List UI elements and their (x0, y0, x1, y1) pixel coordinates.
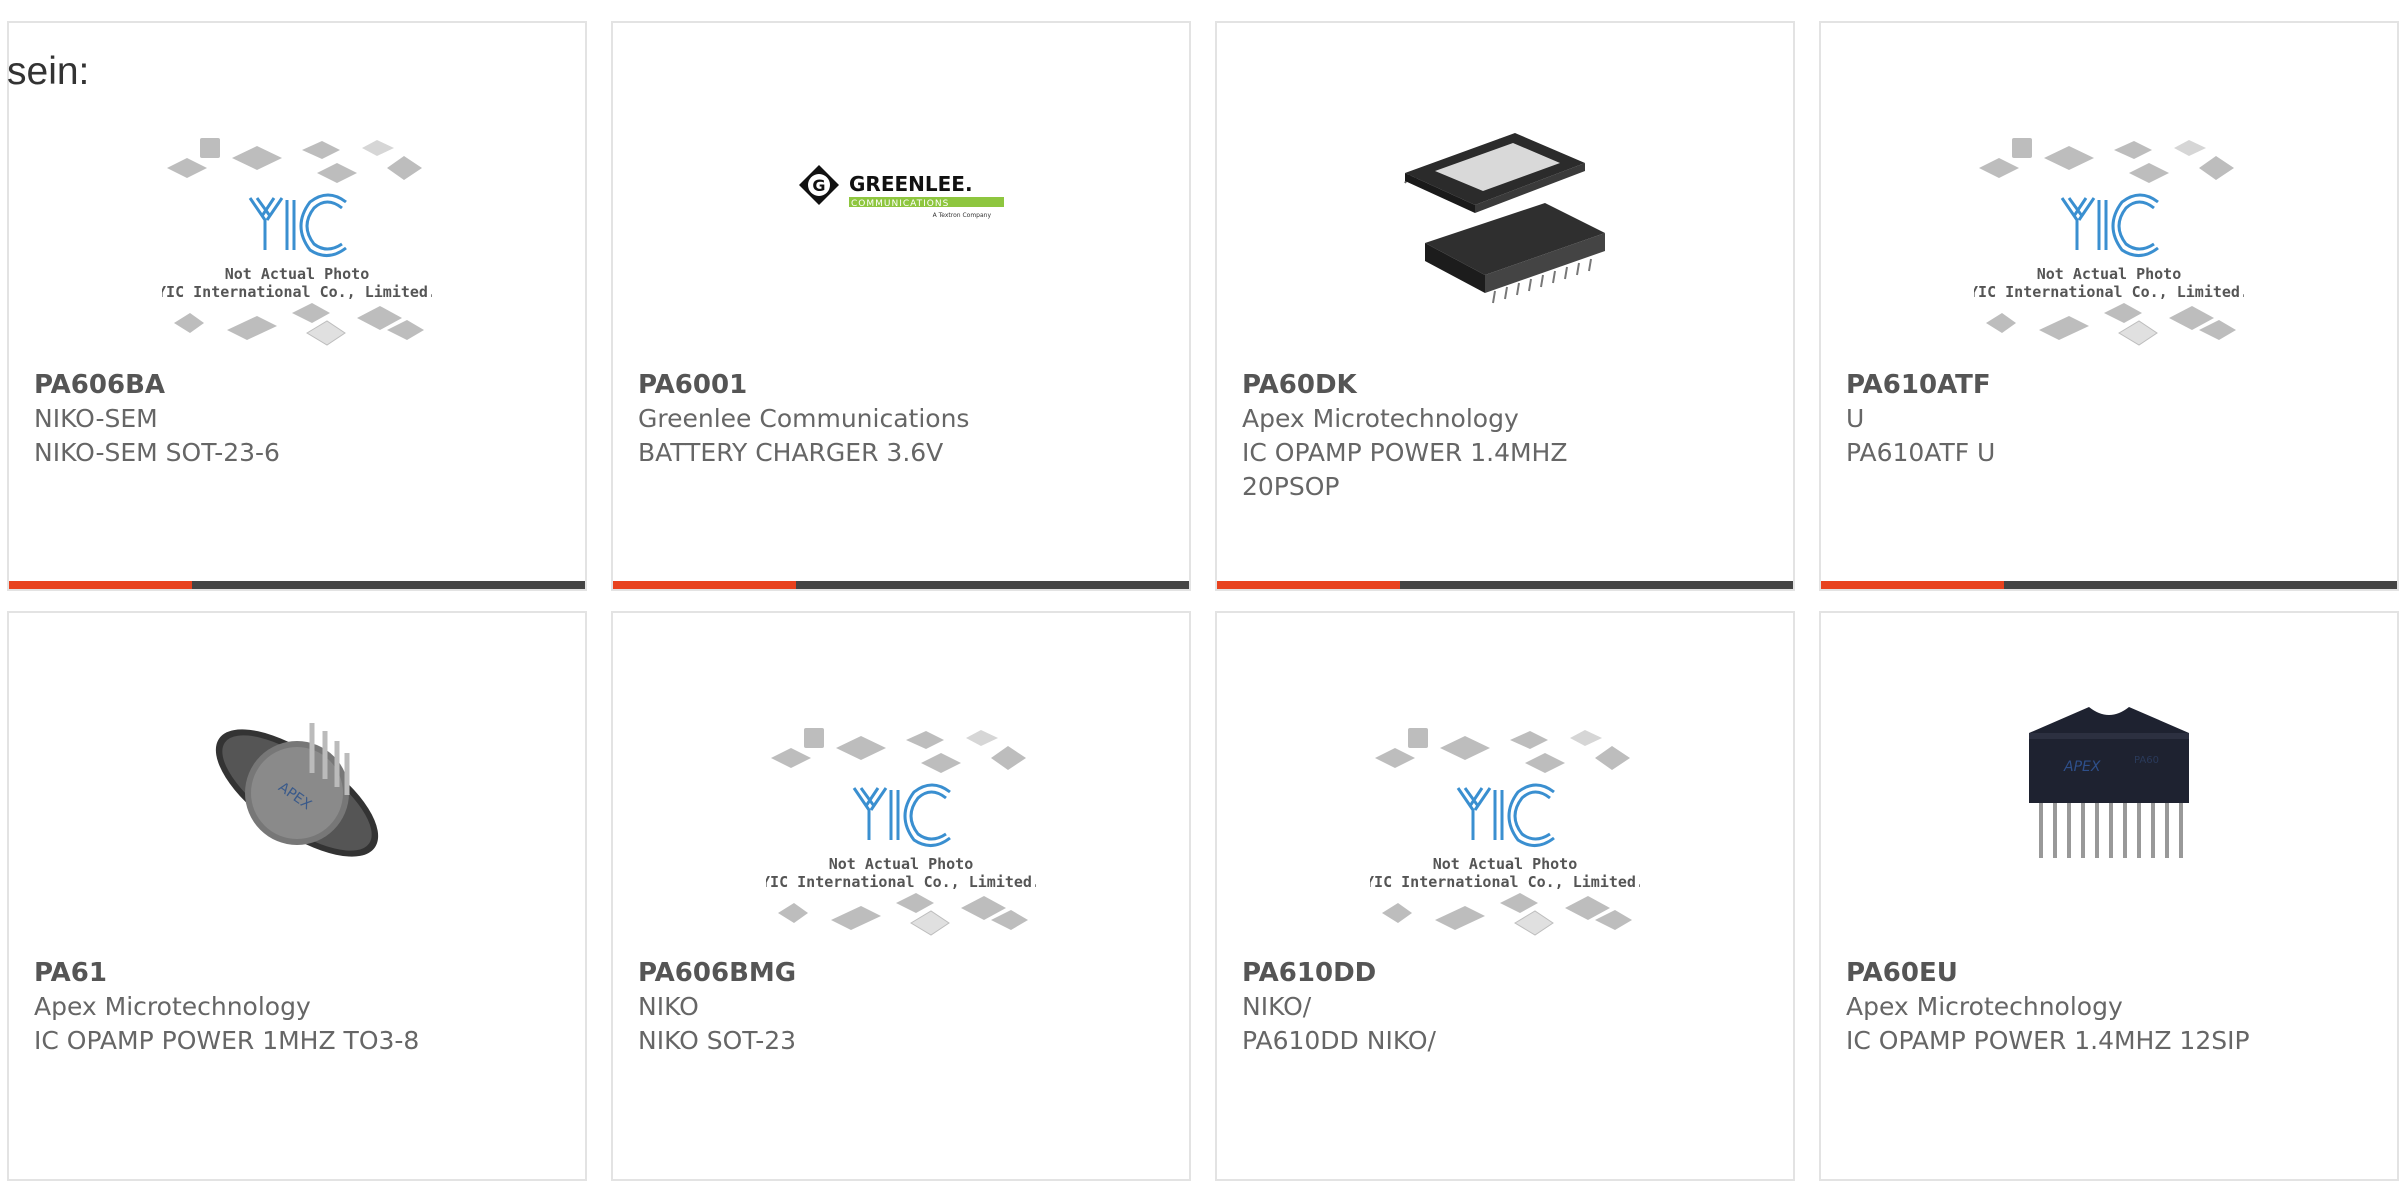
description: BATTERY CHARGER 3.6V (638, 438, 944, 467)
card-accent-bar (9, 581, 585, 589)
greenlee-sub: COMMUNICATIONS (851, 199, 949, 209)
svg-text:PA60: PA60 (2134, 755, 2159, 766)
description: NIKO-SEM SOT-23-6 (34, 438, 280, 467)
placeholder-image: Not Actual Photo YIC International Co., … (1370, 728, 1640, 936)
manufacturer: U (1846, 404, 1865, 433)
section-heading: sein: (7, 50, 90, 93)
sip-chip-image: APEX PA60 (2029, 707, 2189, 858)
card-accent-bar (1217, 581, 1793, 589)
placeholder-caption-1: Not Actual Photo (225, 265, 370, 283)
product-card[interactable]: Not Actual Photo YIC International Co., … (1215, 611, 1795, 1181)
psop-chip-image (1404, 133, 1605, 304)
manufacturer: Greenlee Communications (638, 404, 970, 433)
manufacturer: NIKO/ (1242, 992, 1312, 1021)
description: IC OPAMP POWER 1.4MHZ 20PSOP (1242, 438, 1568, 501)
placeholder-caption-2: YIC International Co., Limited. (1974, 283, 2244, 301)
product-card[interactable]: Not Actual Photo YIC International Co., … (7, 21, 587, 591)
product-card[interactable]: G GREENLEE. COMMUNICATIONS A Textron Com… (611, 21, 1191, 591)
manufacturer: Apex Microtechnology (34, 992, 311, 1021)
manufacturer: NIKO-SEM (34, 404, 158, 433)
description: IC OPAMP POWER 1MHZ TO3-8 (34, 1026, 420, 1055)
part-number[interactable]: PA60DK (1242, 368, 1783, 402)
placeholder-caption-1: Not Actual Photo (1433, 855, 1578, 873)
placeholder-caption-2: YIC International Co., Limited. (162, 283, 432, 301)
svg-text:APEX: APEX (2063, 759, 2101, 775)
part-number[interactable]: PA60EU (1846, 956, 2387, 990)
greenlee-tag: A Textron Company (933, 212, 992, 219)
part-number[interactable]: PA610DD (1242, 956, 1783, 990)
card-accent-bar (613, 581, 1189, 589)
card-accent-bar (1821, 581, 2397, 589)
part-number[interactable]: PA6001 (638, 368, 1179, 402)
placeholder-image: Not Actual Photo YIC International Co., … (766, 728, 1036, 936)
placeholder-caption-1: Not Actual Photo (829, 855, 974, 873)
part-number[interactable]: PA610ATF (1846, 368, 2387, 402)
part-number[interactable]: PA606BMG (638, 956, 1179, 990)
description: PA610DD NIKO/ (1242, 1026, 1436, 1055)
part-number[interactable]: PA606BA (34, 368, 575, 402)
description: PA610ATF U (1846, 438, 1996, 467)
svg-text:G: G (812, 176, 825, 195)
product-card[interactable]: Not Actual Photo YIC International Co., … (611, 611, 1191, 1181)
description: NIKO SOT-23 (638, 1026, 797, 1055)
placeholder-caption-2: YIC International Co., Limited. (1370, 873, 1640, 891)
placeholder-caption-1: Not Actual Photo (2037, 265, 2182, 283)
product-card[interactable]: APEX PA60 PA60EU Apex Microtechnology IC… (1819, 611, 2399, 1181)
product-card[interactable]: Not Actual Photo YIC International Co., … (1819, 21, 2399, 591)
product-card[interactable]: PA60DK Apex Microtechnology IC OPAMP POW… (1215, 21, 1795, 591)
part-number[interactable]: PA61 (34, 956, 575, 990)
placeholder-caption-2: YIC International Co., Limited. (766, 873, 1036, 891)
greenlee-brand: GREENLEE. (849, 172, 973, 196)
description: IC OPAMP POWER 1.4MHZ 12SIP (1846, 1026, 2250, 1055)
placeholder-image: Not Actual Photo YIC International Co., … (162, 138, 432, 346)
placeholder-image: Not Actual Photo YIC International Co., … (1974, 138, 2244, 346)
manufacturer: Apex Microtechnology (1242, 404, 1519, 433)
product-card[interactable]: APEX PA61 Apex Microtechnology IC OPAMP … (7, 611, 587, 1181)
manufacturer: NIKO (638, 992, 699, 1021)
manufacturer: Apex Microtechnology (1846, 992, 2123, 1021)
to3-can-image: APEX (215, 723, 379, 857)
greenlee-logo: G GREENLEE. COMMUNICATIONS A Textron Com… (799, 165, 1004, 219)
